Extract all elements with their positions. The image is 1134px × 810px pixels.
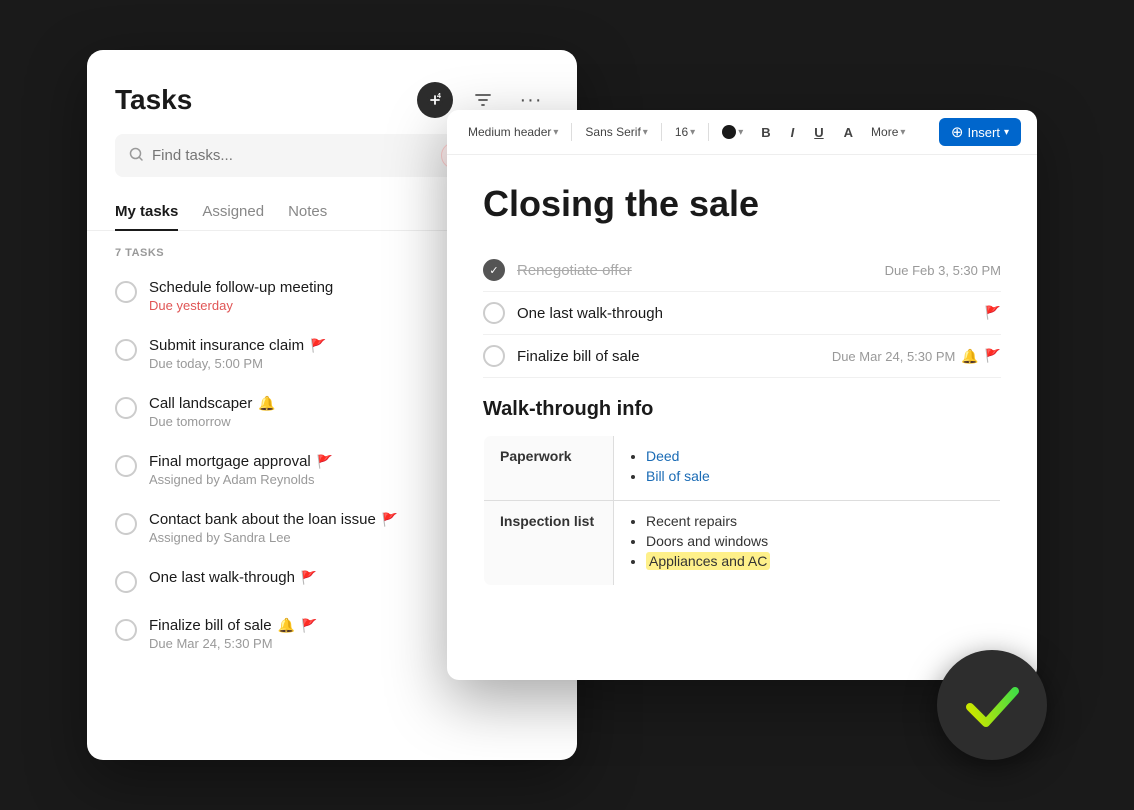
task-flag: 🚩 [985, 305, 1001, 321]
tasks-title: Tasks [115, 84, 192, 116]
toolbar-divider [661, 123, 662, 141]
flag-icon: 🚩 [301, 570, 317, 586]
chevron-down-icon: ▾ [553, 127, 558, 138]
checkmark-circle [937, 650, 1047, 760]
section-heading: Walk-through info [483, 398, 1001, 421]
doc-title: Closing the sale [483, 183, 1001, 225]
task-checkbox[interactable] [115, 513, 137, 535]
flag-icon: 🚩 [985, 305, 1001, 321]
search-icon [129, 147, 144, 165]
chevron-down-icon: ▾ [900, 127, 905, 138]
underline-button[interactable]: U [807, 122, 830, 143]
list-item: Recent repairs [646, 513, 984, 529]
task-checkbox[interactable] [115, 339, 137, 361]
checkmark-icon [960, 673, 1025, 738]
table-cell: Recent repairs Doors and windows Applian… [614, 501, 1001, 586]
add-task-icon[interactable]: 4 [417, 82, 453, 118]
chevron-down-icon: ▾ [1004, 127, 1009, 138]
task-due: Due Mar 24, 5:30 PM 🔔 🚩 [832, 348, 1001, 365]
toolbar-divider [571, 123, 572, 141]
task-checkbox[interactable] [483, 302, 505, 324]
color-dot [722, 125, 736, 139]
editor-task-row: ✓ Renegotiate offer Due Feb 3, 5:30 PM [483, 249, 1001, 292]
tab-assigned[interactable]: Assigned [202, 193, 264, 230]
task-checkbox[interactable] [115, 619, 137, 641]
list-item: Appliances and AC [646, 553, 984, 569]
task-name: One last walk-through [517, 305, 973, 322]
deed-link[interactable]: Deed [646, 448, 679, 464]
more-select[interactable]: More ▾ [866, 122, 910, 142]
table-label: Paperwork [484, 436, 614, 501]
svg-text:4: 4 [437, 93, 441, 100]
task-checkbox[interactable] [115, 571, 137, 593]
table-row: Paperwork Deed Bill of sale [484, 436, 1001, 501]
search-input[interactable] [152, 147, 433, 164]
task-checkbox[interactable]: ✓ [483, 259, 505, 281]
table-label: Inspection list [484, 501, 614, 586]
info-table: Paperwork Deed Bill of sale Inspection l… [483, 435, 1001, 586]
flag-icon: 🚩 [310, 338, 326, 354]
editor-task-row: One last walk-through 🚩 [483, 292, 1001, 335]
tab-notes[interactable]: Notes [288, 193, 327, 230]
chevron-down-icon: ▾ [738, 127, 743, 138]
font-select[interactable]: Sans Serif ▾ [580, 122, 652, 142]
task-checkbox[interactable] [483, 345, 505, 367]
table-row: Inspection list Recent repairs Doors and… [484, 501, 1001, 586]
bell-icon: 🔔 [961, 348, 978, 365]
flag-icon: 🚩 [382, 512, 398, 528]
list-item: Doors and windows [646, 533, 984, 549]
task-name: Renegotiate offer [517, 262, 873, 279]
bell-icon: 🔔 [258, 395, 275, 412]
flag-icon: 🚩 [317, 454, 333, 470]
italic-button[interactable]: I [784, 122, 802, 143]
text-color-button[interactable]: A [837, 122, 860, 143]
toolbar-divider [708, 123, 709, 141]
highlighted-item: Appliances and AC [646, 552, 770, 570]
task-due: Due Feb 3, 5:30 PM [885, 263, 1001, 278]
bill-of-sale-link[interactable]: Bill of sale [646, 468, 710, 484]
task-checkbox[interactable] [115, 281, 137, 303]
style-select[interactable]: Medium header ▾ [463, 122, 563, 142]
task-checkbox[interactable] [115, 455, 137, 477]
task-name: Finalize bill of sale [517, 348, 820, 365]
bold-button[interactable]: B [754, 122, 777, 143]
chevron-down-icon: ▾ [643, 127, 648, 138]
flag-icon: 🚩 [985, 348, 1001, 364]
size-select[interactable]: 16 ▾ [670, 122, 700, 142]
editor-panel: Medium header ▾ Sans Serif ▾ 16 ▾ ▾ B I … [447, 110, 1037, 680]
table-cell: Deed Bill of sale [614, 436, 1001, 501]
bell-icon: 🔔 [278, 617, 295, 634]
flag-icon: 🚩 [301, 618, 317, 634]
editor-content: Closing the sale ✓ Renegotiate offer Due… [447, 155, 1037, 675]
editor-task-row: Finalize bill of sale Due Mar 24, 5:30 P… [483, 335, 1001, 378]
editor-toolbar: Medium header ▾ Sans Serif ▾ 16 ▾ ▾ B I … [447, 110, 1037, 155]
tab-my-tasks[interactable]: My tasks [115, 193, 178, 230]
chevron-down-icon: ▾ [690, 127, 695, 138]
task-checkbox[interactable] [115, 397, 137, 419]
color-select[interactable]: ▾ [717, 122, 748, 142]
insert-button[interactable]: ⊕ Insert ▾ [939, 118, 1021, 146]
